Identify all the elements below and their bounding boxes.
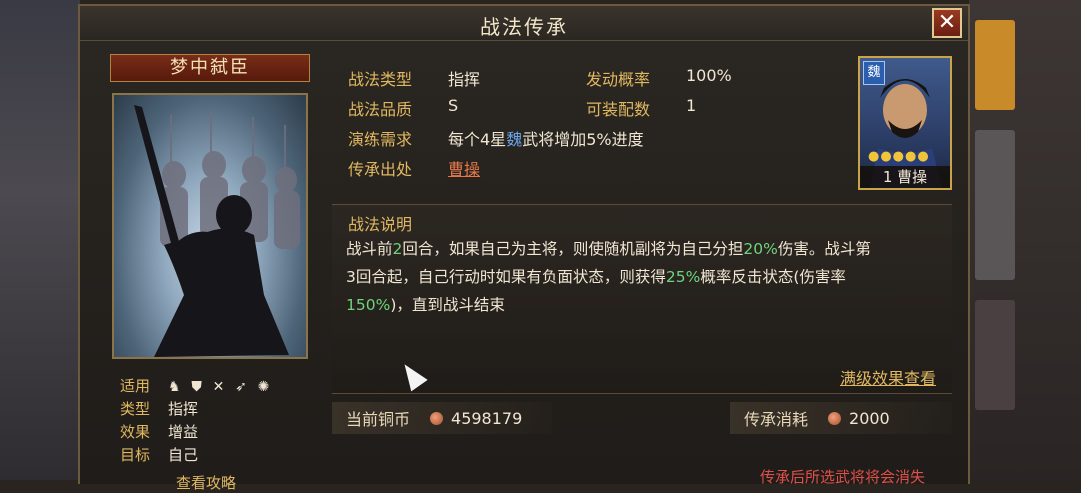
- hero-name-label: 1 曹操: [860, 166, 950, 188]
- type-value: 指挥: [448, 70, 481, 89]
- wheel-icon: ✺: [257, 378, 270, 395]
- description-box: 战法说明 战斗前2回合，如果自己为主将，则使随机副将为自己分担20%伤害。战斗第…: [332, 204, 952, 394]
- hero-level: 1: [882, 168, 893, 186]
- description-text: 战斗前2回合，如果自己为主将，则使随机副将为自己分担20%伤害。战斗第 3回合起…: [346, 240, 871, 314]
- slots-value: 1: [686, 96, 697, 115]
- current-coins-value: 4598179: [451, 408, 523, 428]
- meta-key: 目标: [120, 446, 151, 464]
- cavalry-icon: ♞: [168, 378, 181, 395]
- type-label: 战法类型: [348, 70, 413, 89]
- coin-icon: [828, 411, 842, 425]
- quality-value: S: [448, 96, 459, 115]
- coin-icon: [430, 411, 444, 425]
- side-tab: [975, 130, 1015, 280]
- rate-label: 发动概率: [586, 70, 651, 89]
- rate-value: 100%: [686, 66, 732, 85]
- background-right: [969, 0, 1081, 480]
- warning-text: 传承后所选武将将会消失: [760, 468, 926, 486]
- guide-link[interactable]: 查看攻略: [176, 472, 236, 493]
- hero-portrait[interactable]: 魏 ●●●●● 1 曹操: [858, 56, 952, 190]
- bow-icon: ✕: [212, 378, 225, 395]
- close-button[interactable]: ✕: [932, 8, 962, 38]
- warrior-silhouette: [134, 105, 300, 357]
- spear-icon: ➶: [235, 378, 247, 395]
- source-label: 传承出处: [348, 160, 413, 179]
- current-coins-label: 当前铜币: [346, 410, 411, 429]
- hero-stars: ●●●●●: [868, 149, 930, 164]
- meta-value: 自己: [168, 446, 199, 464]
- meta-key: 效果: [120, 423, 151, 441]
- inheritance-panel: 战法传承 ✕ 梦中弑臣 适用 ♞ ⛊ ✕ ➶ ✺ 类型 指挥 效果 增益 目标 …: [78, 4, 970, 492]
- full-effect-link[interactable]: 满级效果查看: [840, 365, 936, 389]
- meta-value: 增益: [168, 423, 199, 441]
- current-coins: 当前铜币 4598179: [332, 402, 552, 434]
- side-tab: [975, 20, 1015, 110]
- title-bar: 战法传承 ✕: [80, 6, 968, 41]
- meta-value: 指挥: [168, 400, 199, 418]
- window-title: 战法传承: [480, 15, 568, 39]
- shield-icon: ⛊: [191, 378, 202, 395]
- requirement-label: 演练需求: [348, 130, 413, 149]
- meta-key: 适用: [120, 377, 151, 395]
- quality-label: 战法品质: [348, 100, 413, 119]
- troop-icons: ♞ ⛊ ✕ ➶ ✺: [168, 377, 275, 395]
- faction-badge: 魏: [863, 61, 885, 85]
- inherit-cost-value: 2000: [849, 408, 890, 428]
- meta-key: 类型: [120, 400, 151, 418]
- inherit-cost-label: 传承消耗: [744, 410, 809, 429]
- source-hero-link[interactable]: 曹操: [448, 160, 480, 179]
- skill-meta: 适用 ♞ ⛊ ✕ ➶ ✺ 类型 指挥 效果 增益 目标 自己: [120, 374, 275, 466]
- source-value[interactable]: 曹操: [448, 156, 480, 180]
- skill-name: 梦中弑臣: [110, 54, 310, 82]
- inherit-cost: 传承消耗 2000: [730, 402, 952, 434]
- slots-label: 可装配数: [586, 100, 651, 119]
- requirement-value: 每个4星魏武将增加5%进度: [448, 130, 644, 149]
- description-title: 战法说明: [348, 215, 413, 234]
- side-tab: [975, 300, 1015, 410]
- hero-name: 曹操: [897, 168, 928, 186]
- skill-artwork: [112, 93, 308, 359]
- background-left: [0, 0, 80, 480]
